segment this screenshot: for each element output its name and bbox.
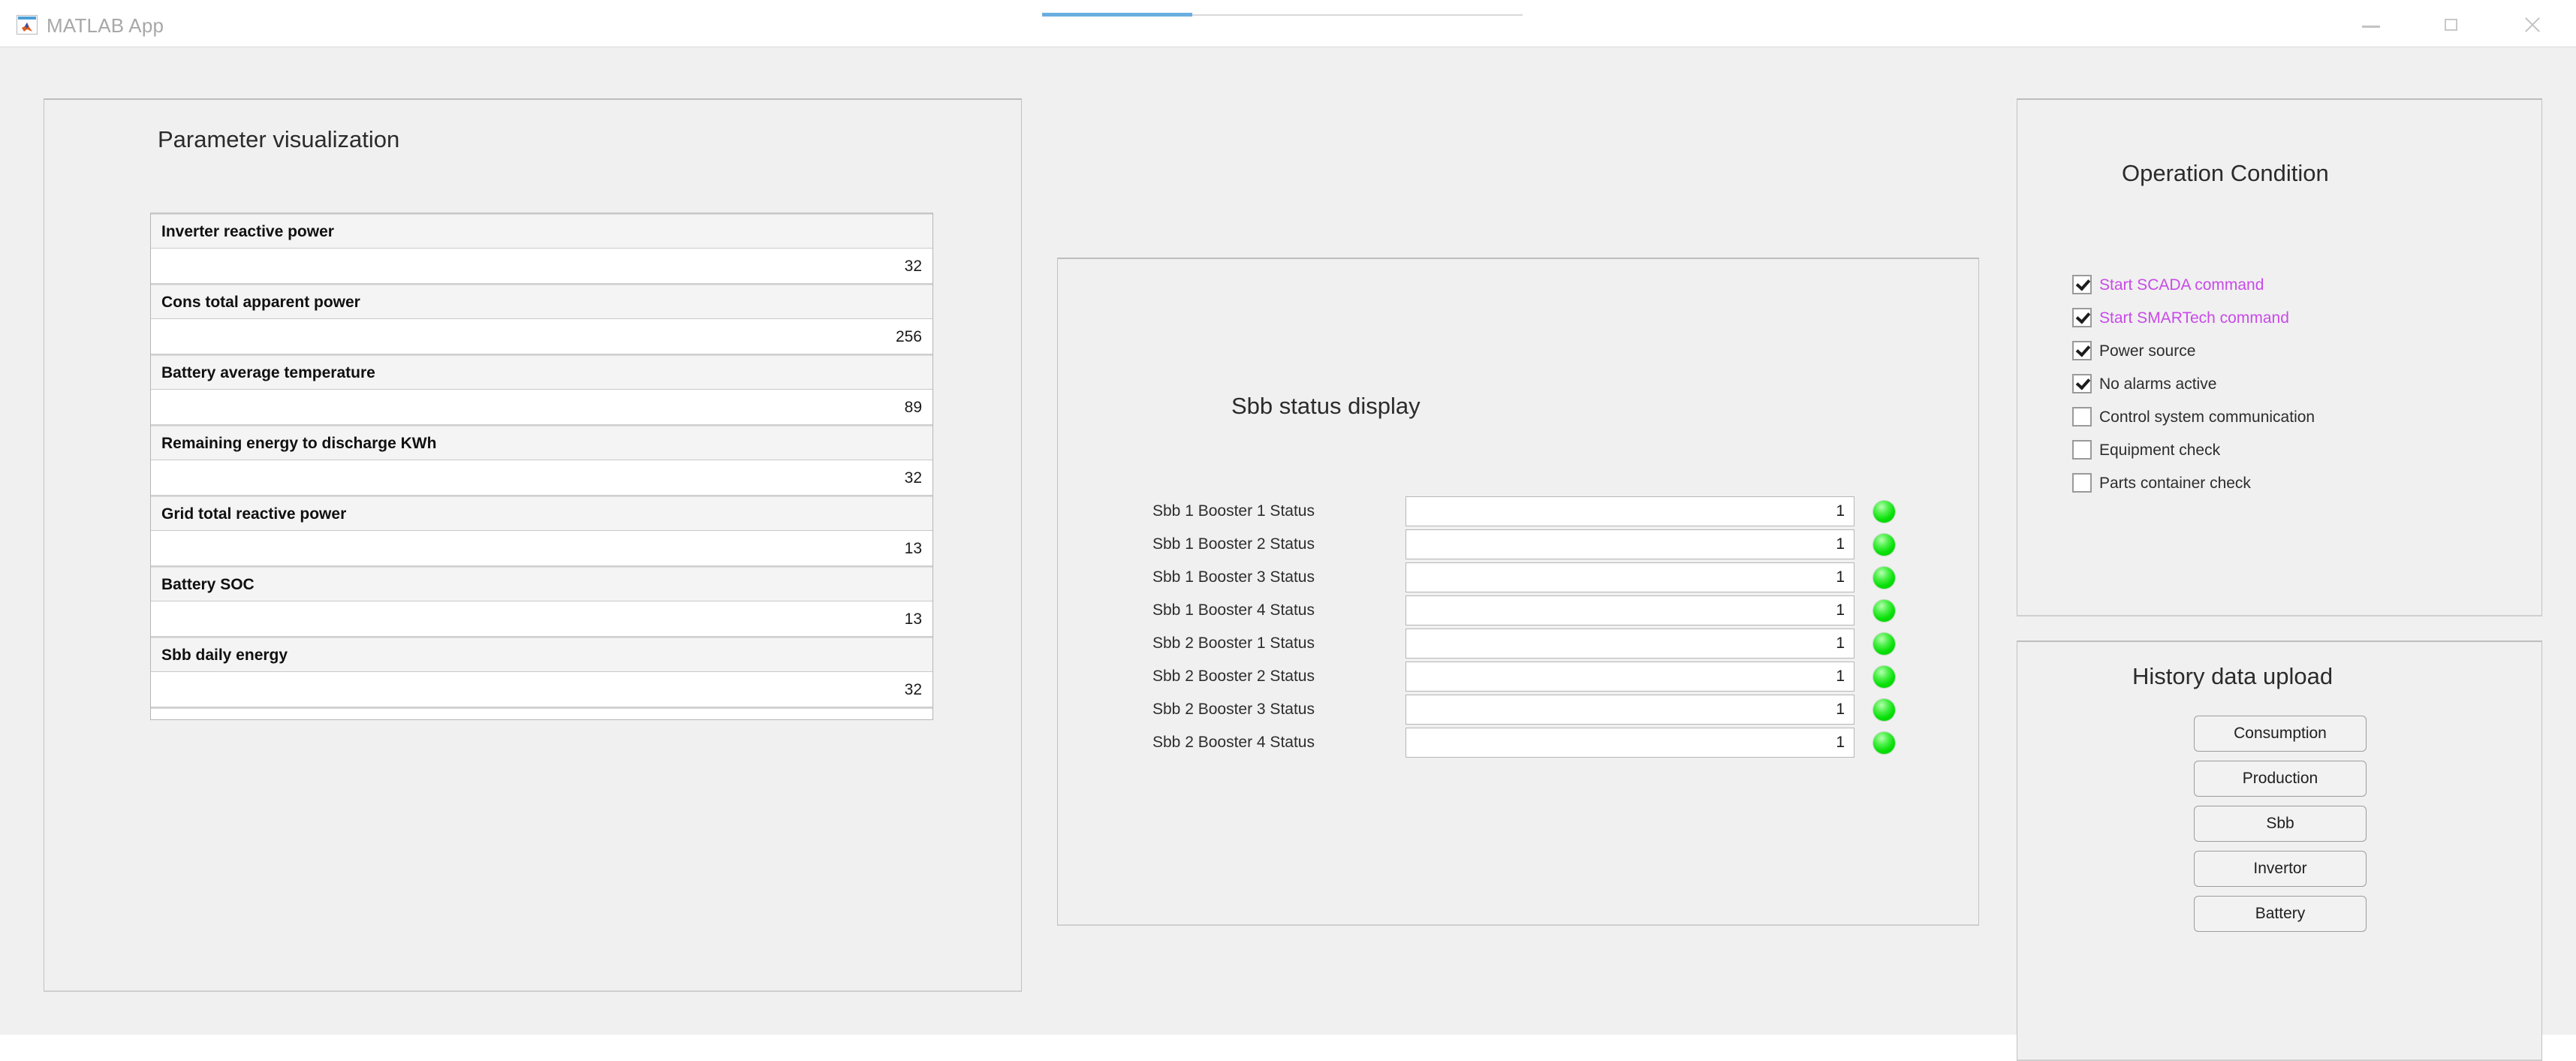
parameter-row: Cons total apparent power 256	[151, 285, 932, 355]
green-lamp-icon	[1873, 567, 1895, 589]
parameter-label: Battery SOC	[151, 567, 932, 601]
parameter-label: Battery average temperature	[151, 355, 932, 390]
green-lamp-icon	[1873, 666, 1895, 688]
sbb-status-label: Sbb 1 Booster 2 Status	[1152, 535, 1315, 553]
green-lamp-icon	[1873, 699, 1895, 721]
history-upload-button-consumption[interactable]: Consumption	[2194, 716, 2367, 752]
sbb-status-rows: Sbb 1 Booster 1 Status 1 Sbb 1 Booster 2 S…	[1152, 495, 1948, 759]
tab-accent-bar	[1042, 13, 1192, 17]
operation-condition-label: Control system communication	[2099, 408, 2315, 426]
operation-condition-checkbox[interactable]: Control system communication	[2072, 401, 2538, 434]
operation-condition-checkbox[interactable]: Start SMARTech command	[2072, 302, 2538, 335]
parameter-label: Sbb daily energy	[151, 638, 932, 672]
green-lamp-icon	[1873, 600, 1895, 622]
sbb-status-field[interactable]: 1	[1406, 628, 1854, 659]
parameter-value[interactable]: 13	[151, 601, 932, 638]
parameter-row: Battery SOC 13	[151, 567, 932, 638]
sbb-status-field[interactable]: 1	[1406, 662, 1854, 692]
sbb-status-field[interactable]: 1	[1406, 728, 1854, 758]
sbb-status-label: Sbb 2 Booster 4 Status	[1152, 734, 1315, 751]
parameter-value[interactable]: 13	[151, 531, 932, 567]
history-data-upload-title: History data upload	[2132, 663, 2333, 689]
sbb-status-field[interactable]: 1	[1406, 595, 1854, 625]
operation-condition-label: Start SCADA command	[2099, 276, 2264, 294]
sbb-status-label: Sbb 1 Booster 1 Status	[1152, 502, 1315, 520]
parameter-row: Remaining energy to discharge KWh 32	[151, 426, 932, 496]
sbb-status-row: Sbb 2 Booster 3 Status 1	[1152, 693, 1948, 726]
operation-condition-label: Parts container check	[2099, 475, 2251, 492]
operation-condition-label: No alarms active	[2099, 375, 2217, 393]
maximize-icon[interactable]	[2434, 15, 2473, 35]
history-upload-button-sbb[interactable]: Sbb	[2194, 806, 2367, 842]
operation-condition-label: Equipment check	[2099, 442, 2221, 459]
checkbox-checked-icon[interactable]	[2072, 341, 2092, 360]
window-title: MATLAB App	[47, 14, 164, 37]
checkbox-checked-icon[interactable]	[2072, 275, 2092, 294]
operation-condition-checkbox[interactable]: Equipment check	[2072, 434, 2538, 467]
app-canvas: Parameter visualization Inverter reactiv…	[0, 47, 2576, 1061]
checkbox-unchecked-icon[interactable]	[2072, 440, 2092, 460]
parameter-table-footer	[151, 708, 932, 719]
operation-condition-checkbox[interactable]: Power source	[2072, 335, 2538, 368]
sbb-status-row: Sbb 1 Booster 1 Status 1	[1152, 495, 1948, 528]
parameter-value[interactable]: 89	[151, 390, 932, 426]
parameter-value[interactable]: 32	[151, 249, 932, 285]
sbb-status-label: Sbb 2 Booster 1 Status	[1152, 634, 1315, 652]
parameter-row: Inverter reactive power 32	[151, 214, 932, 285]
sbb-status-row: Sbb 2 Booster 4 Status 1	[1152, 726, 1948, 759]
operation-condition-label: Start SMARTech command	[2099, 309, 2289, 327]
green-lamp-icon	[1873, 534, 1895, 556]
parameter-row: Sbb daily energy 32	[151, 638, 932, 708]
operation-condition-checkbox[interactable]: Start SCADA command	[2072, 269, 2538, 302]
sbb-status-label: Sbb 1 Booster 3 Status	[1152, 568, 1315, 586]
parameter-row: Grid total reactive power 13	[151, 496, 932, 567]
checkbox-unchecked-icon[interactable]	[2072, 473, 2092, 493]
operation-condition-checkbox[interactable]: Parts container check	[2072, 467, 2538, 500]
history-upload-button-production[interactable]: Production	[2194, 761, 2367, 797]
operation-condition-title: Operation Condition	[2122, 160, 2329, 186]
parameter-label: Grid total reactive power	[151, 496, 932, 531]
sbb-status-row: Sbb 1 Booster 2 Status 1	[1152, 528, 1948, 561]
operation-condition-label: Power source	[2099, 342, 2196, 360]
checkbox-unchecked-icon[interactable]	[2072, 407, 2092, 427]
matlab-logo-icon	[22, 23, 32, 32]
parameter-visualization-title: Parameter visualization	[158, 126, 400, 152]
green-lamp-icon	[1873, 501, 1895, 523]
checkbox-checked-icon[interactable]	[2072, 374, 2092, 393]
checkbox-checked-icon[interactable]	[2072, 308, 2092, 327]
green-lamp-icon	[1873, 633, 1895, 655]
sbb-status-row: Sbb 2 Booster 2 Status 1	[1152, 660, 1948, 693]
parameter-table[interactable]: Inverter reactive power 32 Cons total appa…	[150, 213, 933, 720]
tab-rule	[1192, 14, 1523, 16]
parameter-value[interactable]: 256	[151, 319, 932, 355]
parameter-value[interactable]: 32	[151, 672, 932, 708]
operation-condition-checkbox[interactable]: No alarms active	[2072, 368, 2538, 401]
history-upload-button-invertor[interactable]: Invertor	[2194, 851, 2367, 887]
sbb-status-title: Sbb status display	[1231, 393, 1421, 419]
sbb-status-row: Sbb 2 Booster 1 Status 1	[1152, 627, 1948, 660]
sbb-status-label: Sbb 2 Booster 2 Status	[1152, 668, 1315, 685]
sbb-status-field[interactable]: 1	[1406, 496, 1854, 526]
parameter-row: Battery average temperature 89	[151, 355, 932, 426]
history-upload-button-battery[interactable]: Battery	[2194, 896, 2367, 932]
parameter-label: Cons total apparent power	[151, 285, 932, 319]
sbb-status-row: Sbb 1 Booster 3 Status 1	[1152, 561, 1948, 594]
green-lamp-icon	[1873, 732, 1895, 754]
history-data-upload-buttons: Consumption Production Sbb Invertor Battery	[2194, 716, 2367, 941]
parameter-value[interactable]: 32	[151, 460, 932, 496]
minimize-icon[interactable]	[2355, 15, 2394, 35]
sbb-status-label: Sbb 1 Booster 4 Status	[1152, 601, 1315, 619]
sbb-status-field[interactable]: 1	[1406, 695, 1854, 725]
sbb-status-field[interactable]: 1	[1406, 562, 1854, 592]
sbb-status-field[interactable]: 1	[1406, 529, 1854, 559]
parameter-label: Remaining energy to discharge KWh	[151, 426, 932, 460]
sbb-status-label: Sbb 2 Booster 3 Status	[1152, 701, 1315, 718]
close-icon[interactable]	[2514, 15, 2553, 35]
operation-condition-checkbox-list: Start SCADA command Start SMARTech comman…	[2072, 269, 2538, 500]
matlab-app-icon	[17, 15, 38, 35]
parameter-label: Inverter reactive power	[151, 214, 932, 249]
window-titlebar: MATLAB App	[0, 0, 2576, 47]
sbb-status-row: Sbb 1 Booster 4 Status 1	[1152, 594, 1948, 627]
